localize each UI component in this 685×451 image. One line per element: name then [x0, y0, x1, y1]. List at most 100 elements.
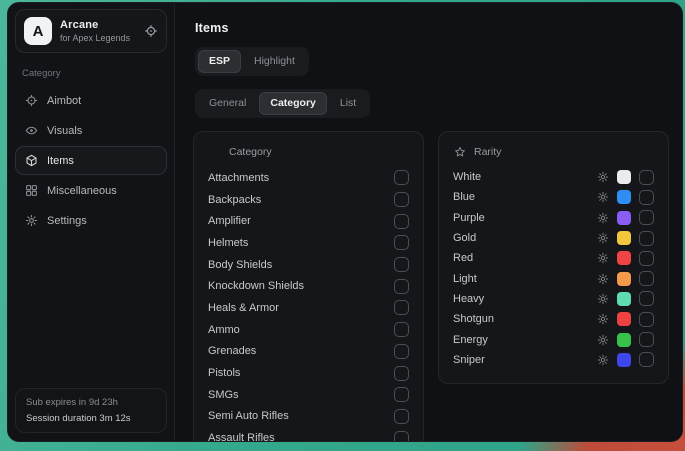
checkbox-attachments[interactable] [394, 170, 409, 185]
rarity-panel: Rarity WhiteBluePurpleGoldRedLightHeavyS… [438, 131, 669, 384]
gear-icon[interactable] [597, 313, 609, 325]
checkbox-blue[interactable] [639, 190, 654, 205]
esp-highlight-tabs: ESPHighlight [195, 47, 309, 76]
checkbox-shotgun[interactable] [639, 312, 654, 327]
category-row-grenades: Grenades [208, 341, 409, 363]
rarity-row-controls [597, 231, 654, 246]
sidebar-item-settings[interactable]: Settings [15, 206, 167, 235]
color-swatch-energy[interactable] [617, 333, 631, 347]
rarity-row-controls [597, 251, 654, 266]
checkbox-white[interactable] [639, 170, 654, 185]
sidebar-item-miscellaneous[interactable]: Miscellaneous [15, 176, 167, 205]
sidebar-item-visuals[interactable]: Visuals [15, 116, 167, 145]
rarity-row-label: White [453, 171, 597, 183]
session-duration-text: Session duration 3m 12s [26, 413, 156, 424]
checkbox-gold[interactable] [639, 231, 654, 246]
rarity-row-controls [597, 332, 654, 347]
checkbox-sniper[interactable] [639, 352, 654, 367]
tab-list[interactable]: List [329, 92, 367, 115]
checkbox-backpacks[interactable] [394, 192, 409, 207]
checkbox-energy[interactable] [639, 332, 654, 347]
gear-icon[interactable] [597, 212, 609, 224]
app-logo: A [24, 17, 52, 45]
gear-icon[interactable] [597, 252, 609, 264]
checkbox-heals-armor[interactable] [394, 300, 409, 315]
rarity-row-label: Purple [453, 212, 597, 224]
gear-icon[interactable] [597, 171, 609, 183]
app-subtitle: for Apex Legends [60, 33, 136, 43]
rarity-row-energy: Energy [453, 329, 654, 349]
gear-icon[interactable] [597, 354, 609, 366]
rarity-row-light: Light [453, 268, 654, 288]
checkbox-pistols[interactable] [394, 366, 409, 381]
checkbox-assault-rifles[interactable] [394, 431, 409, 441]
category-row-label: Heals & Armor [208, 302, 394, 314]
color-swatch-shotgun[interactable] [617, 312, 631, 326]
checkbox-heavy[interactable] [639, 291, 654, 306]
category-row-pistols: Pistols [208, 362, 409, 384]
color-swatch-heavy[interactable] [617, 292, 631, 306]
checkbox-helmets[interactable] [394, 235, 409, 250]
color-swatch-gold[interactable] [617, 231, 631, 245]
checkbox-red[interactable] [639, 251, 654, 266]
category-row-assault-rifles: Assault Rifles [208, 427, 409, 441]
category-row-smgs: SMGs [208, 384, 409, 406]
brand-card: A Arcane for Apex Legends [15, 9, 167, 53]
checkbox-smgs[interactable] [394, 387, 409, 402]
rarity-row-controls [597, 352, 654, 367]
sidebar-item-aimbot[interactable]: Aimbot [15, 86, 167, 115]
target-icon[interactable] [144, 24, 158, 38]
rarity-row-controls [597, 291, 654, 306]
color-swatch-red[interactable] [617, 251, 631, 265]
gear-icon[interactable] [597, 334, 609, 346]
rarity-row-controls [597, 312, 654, 327]
rarity-panel-title: Rarity [474, 146, 501, 158]
gear-icon[interactable] [597, 232, 609, 244]
tab-esp[interactable]: ESP [198, 50, 241, 73]
category-panel: Category AttachmentsBackpacksAmplifierHe… [193, 131, 424, 441]
star-icon [454, 146, 466, 158]
rarity-row-sniper: Sniper [453, 350, 654, 370]
gear-icon[interactable] [597, 293, 609, 305]
sidebar-item-items[interactable]: Items [15, 146, 167, 175]
rarity-row-label: Sniper [453, 354, 597, 366]
category-row-ammo: Ammo [208, 319, 409, 341]
category-row-label: Grenades [208, 345, 394, 357]
panels-row: Category AttachmentsBackpacksAmplifierHe… [193, 131, 669, 441]
category-panel-header: Category [209, 146, 409, 158]
page-title: Items [195, 21, 669, 35]
category-row-label: Body Shields [208, 259, 394, 271]
gear-icon[interactable] [597, 191, 609, 203]
subscription-card: Sub expires in 9d 23h Session duration 3… [15, 388, 167, 433]
color-swatch-light[interactable] [617, 272, 631, 286]
checkbox-amplifier[interactable] [394, 214, 409, 229]
category-row-label: Attachments [208, 172, 394, 184]
color-swatch-blue[interactable] [617, 190, 631, 204]
checkbox-light[interactable] [639, 271, 654, 286]
color-swatch-purple[interactable] [617, 211, 631, 225]
main-content: Items ESPHighlight GeneralCategoryList C… [175, 3, 682, 441]
color-swatch-white[interactable] [617, 170, 631, 184]
checkbox-purple[interactable] [639, 210, 654, 225]
checkbox-grenades[interactable] [394, 344, 409, 359]
tab-category[interactable]: Category [259, 92, 327, 115]
category-row-helmets: Helmets [208, 232, 409, 254]
app-window: A Arcane for Apex Legends Category Aimbo… [8, 3, 682, 441]
rarity-row-shotgun: Shotgun [453, 309, 654, 329]
gear-icon [25, 214, 38, 227]
category-row-label: Helmets [208, 237, 394, 249]
tab-highlight[interactable]: Highlight [243, 50, 306, 73]
category-row-amplifier: Amplifier [208, 210, 409, 232]
rarity-row-blue: Blue [453, 187, 654, 207]
gear-icon[interactable] [597, 273, 609, 285]
checkbox-ammo[interactable] [394, 322, 409, 337]
checkbox-knockdown-shields[interactable] [394, 279, 409, 294]
rarity-row-red: Red [453, 248, 654, 268]
rarity-row-label: Gold [453, 232, 597, 244]
checkbox-semi-auto-rifles[interactable] [394, 409, 409, 424]
tab-general[interactable]: General [198, 92, 257, 115]
grid-icon [25, 184, 38, 197]
checkbox-body-shields[interactable] [394, 257, 409, 272]
color-swatch-sniper[interactable] [617, 353, 631, 367]
category-row-label: Amplifier [208, 215, 394, 227]
